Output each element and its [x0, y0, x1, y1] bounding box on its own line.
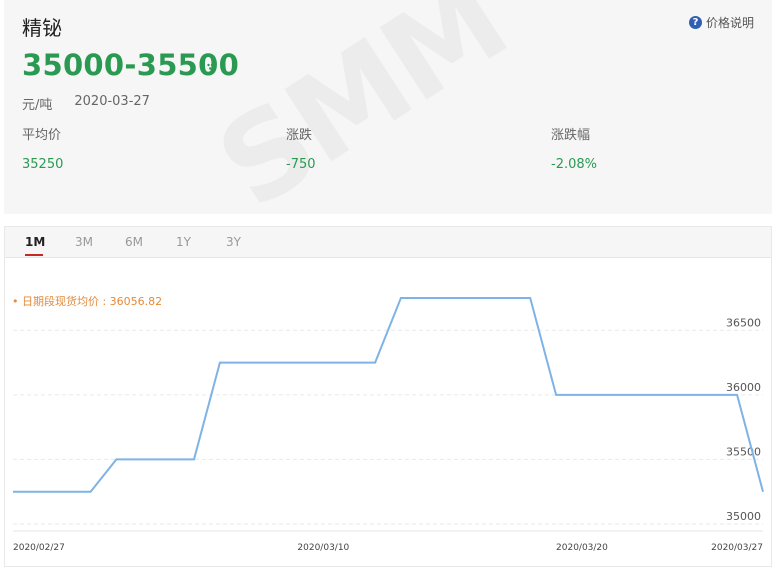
change-pct-label: 涨跌幅: [551, 128, 591, 143]
price-meta: 元/吨 2020-03-27: [22, 94, 150, 113]
change-label: 涨跌: [286, 128, 313, 143]
avg-price-label: 平均价: [22, 128, 62, 143]
x-tick-label: 2020/03/20: [556, 543, 608, 553]
y-tick-label: 36500: [726, 316, 761, 329]
product-title: 精铋: [22, 16, 62, 40]
price-info-panel: SMM 精铋 ? 价格说明 35000-35500 元/吨 2020-03-27…: [4, 0, 772, 214]
change-value: -750: [286, 157, 316, 172]
price-line-chart: 35000 35500 36000 36500 2020/02/27 2020/03/10…: [13, 297, 764, 553]
watermark-logo: SMM: [194, 0, 528, 214]
y-tick-label: 35500: [726, 445, 761, 458]
y-tick-label: 35000: [726, 510, 761, 523]
price-date: 2020-03-27: [74, 94, 150, 109]
question-icon: ?: [688, 16, 702, 29]
price-chart-panel: 1M 3M 6M 1Y 3Y • 日期段现货均价 : 36056.82 3500…: [4, 226, 772, 567]
avg-price-value: 35250: [22, 157, 64, 172]
y-tick-label: 36000: [726, 381, 761, 394]
trend-icon: [207, 63, 217, 70]
price-help-label: 价格说明: [705, 16, 754, 30]
change-pct-value: -2.08%: [551, 157, 597, 172]
x-tick-label: 2020/02/27: [13, 543, 65, 553]
x-tick-label: 2020/03/10: [297, 543, 349, 553]
x-tick-label: 2020/03/27: [711, 543, 763, 553]
price-help-link[interactable]: ? 价格说明: [688, 14, 754, 31]
unit-label: 元/吨: [22, 98, 53, 113]
